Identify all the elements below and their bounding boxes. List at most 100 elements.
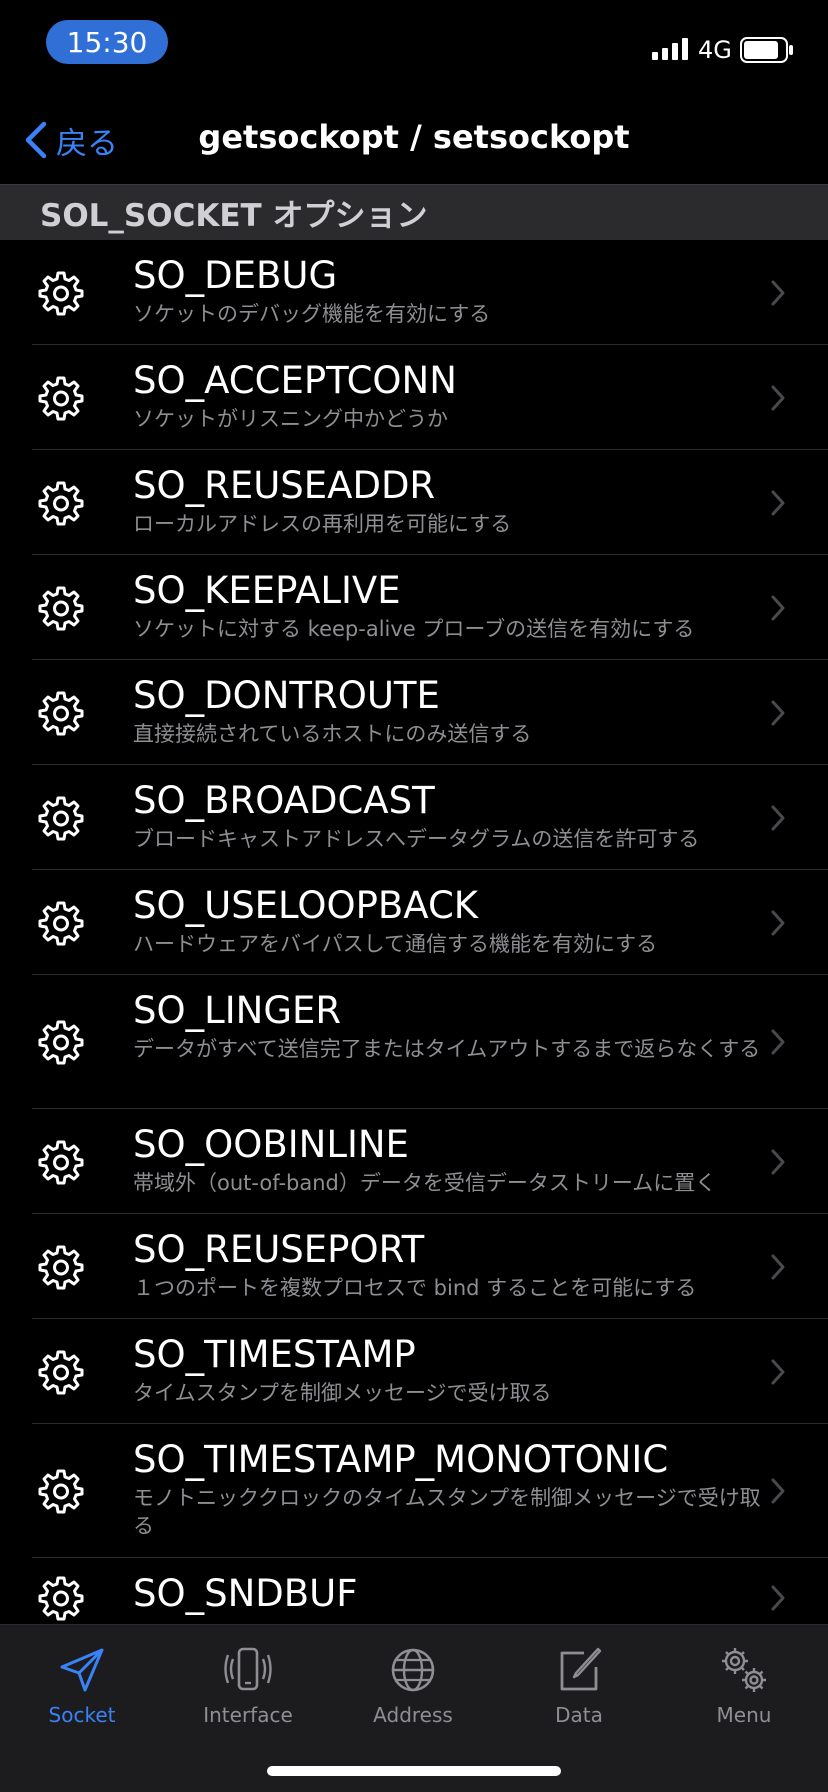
tab-label: Address — [373, 1703, 453, 1727]
chevron-right-icon — [770, 594, 786, 622]
tab-label: Data — [555, 1703, 603, 1727]
tab-label: Socket — [48, 1703, 116, 1727]
option-subtitle: １つのポートを複数プロセスで bind することを可能にする — [133, 1276, 697, 1300]
option-subtitle: データがすべて送信完了またはタイムアウトするまで返らなくする — [133, 1037, 761, 1061]
option-row[interactable]: SO_KEEPALIVE ソケットに対する keep-alive プローブの送信を… — [0, 555, 828, 660]
battery-icon — [740, 37, 793, 63]
option-row[interactable]: SO_TIMESTAMP タイムスタンプを制御メッセージで受け取る — [0, 1319, 828, 1424]
option-list: SO_DEBUG ソケットのデバッグ機能を有効にする SO_ACCEPTCONN ソケ… — [0, 240, 828, 1638]
option-title: SO_SNDBUF — [133, 1572, 358, 1615]
tab-label: Menu — [716, 1703, 772, 1727]
chevron-right-icon — [770, 1358, 786, 1386]
chevron-right-icon — [770, 909, 786, 937]
compose-icon — [560, 1647, 602, 1691]
tab-interface[interactable]: Interface — [173, 1645, 323, 1745]
option-row[interactable]: SO_ACCEPTCONN ソケットがリスニング中かどうか — [0, 345, 828, 450]
option-subtitle: ソケットに対する keep-alive プローブの送信を有効にする — [133, 617, 695, 641]
option-row[interactable]: SO_DEBUG ソケットのデバッグ機能を有効にする — [0, 240, 828, 345]
page-title: getsockopt / setsockopt — [198, 118, 630, 156]
gear-icon — [38, 795, 84, 841]
gear-icon — [38, 375, 84, 421]
gear-icon — [38, 690, 84, 736]
tab-address[interactable]: Address — [338, 1645, 488, 1745]
option-text: SO_LINGER データがすべて送信完了またはタイムアウトするまで返らなくする — [133, 989, 763, 1063]
option-title: SO_KEEPALIVE — [133, 569, 401, 612]
gear-icon — [38, 1019, 84, 1065]
option-text: SO_OOBINLINE 帯域外（out-of-band）データを受信データストリ… — [133, 1123, 763, 1197]
tab-data[interactable]: Data — [504, 1645, 654, 1745]
option-text: SO_TIMESTAMP タイムスタンプを制御メッセージで受け取る — [133, 1333, 763, 1407]
option-text: SO_ACCEPTCONN ソケットがリスニング中かどうか — [133, 359, 763, 433]
option-subtitle: 直接接続されているホストにのみ送信する — [133, 722, 532, 746]
option-row[interactable]: SO_BROADCAST ブロードキャストアドレスへデータグラムの送信を許可する — [0, 765, 828, 870]
option-subtitle: ローカルアドレスの再利用を可能にする — [133, 512, 512, 536]
option-row[interactable]: SO_REUSEADDR ローカルアドレスの再利用を可能にする — [0, 450, 828, 555]
option-subtitle: ハードウェアをバイパスして通信する機能を有効にする — [133, 932, 658, 956]
option-text: SO_REUSEADDR ローカルアドレスの再利用を可能にする — [133, 464, 763, 538]
chevron-right-icon — [770, 1477, 786, 1505]
option-subtitle: ブロードキャストアドレスへデータグラムの送信を許可する — [133, 827, 700, 851]
option-text: SO_TIMESTAMP_MONOTONIC モノトニッククロックのタイムスタンプ… — [133, 1438, 763, 1540]
screen: 15:30 4G 戻る getsockopt / setsockopt SOL_… — [0, 0, 828, 1792]
gear-icon — [38, 1468, 84, 1514]
chevron-right-icon — [770, 1253, 786, 1281]
option-row[interactable]: SO_TIMESTAMP_MONOTONIC モノトニッククロックのタイムスタンプ… — [0, 1424, 828, 1558]
gears-icon — [722, 1648, 766, 1692]
gear-icon — [38, 585, 84, 631]
navigation-bar: 戻る getsockopt / setsockopt — [0, 90, 828, 184]
gear-icon — [38, 1575, 84, 1621]
tab-label: Interface — [203, 1703, 293, 1727]
option-text: SO_USELOOPBACK ハードウェアをバイパスして通信する機能を有効にする — [133, 884, 763, 958]
phone-vibrate-icon — [224, 1647, 272, 1691]
option-title: SO_OOBINLINE — [133, 1123, 409, 1166]
chevron-right-icon — [770, 384, 786, 412]
option-title: SO_LINGER — [133, 989, 342, 1032]
signal-icon — [652, 38, 688, 60]
status-time: 15:30 — [46, 20, 168, 64]
gear-icon — [38, 1139, 84, 1185]
gear-icon — [38, 270, 84, 316]
option-row[interactable]: SO_LINGER データがすべて送信完了またはタイムアウトするまで返らなくする — [0, 975, 828, 1109]
option-title: SO_DEBUG — [133, 254, 338, 297]
option-text: SO_DEBUG ソケットのデバッグ機能を有効にする — [133, 254, 763, 328]
option-title: SO_DONTROUTE — [133, 674, 440, 717]
option-text: SO_SNDBUF — [133, 1572, 763, 1618]
tab-menu[interactable]: Menu — [669, 1645, 819, 1745]
paper-plane-icon — [60, 1648, 104, 1692]
chevron-right-icon — [770, 1584, 786, 1612]
option-title: SO_USELOOPBACK — [133, 884, 479, 927]
option-subtitle: 帯域外（out-of-band）データを受信データストリームに置く — [133, 1171, 717, 1195]
chevron-right-icon — [770, 699, 786, 727]
chevron-right-icon — [770, 279, 786, 307]
option-title: SO_ACCEPTCONN — [133, 359, 457, 402]
home-indicator — [267, 1766, 561, 1776]
status-bar: 15:30 4G — [0, 0, 828, 90]
section-header: SOL_SOCKET オプション — [0, 184, 828, 240]
gear-icon — [38, 1244, 84, 1290]
option-subtitle: ソケットがリスニング中かどうか — [133, 407, 448, 431]
option-row[interactable]: SO_OOBINLINE 帯域外（out-of-band）データを受信データストリ… — [0, 1109, 828, 1214]
option-title: SO_REUSEADDR — [133, 464, 436, 507]
option-subtitle: タイムスタンプを制御メッセージで受け取る — [133, 1381, 552, 1405]
gear-icon — [38, 900, 84, 946]
option-title: SO_TIMESTAMP_MONOTONIC — [133, 1438, 669, 1481]
chevron-right-icon — [770, 1148, 786, 1176]
gear-icon — [38, 480, 84, 526]
option-title: SO_REUSEPORT — [133, 1228, 425, 1271]
option-title: SO_BROADCAST — [133, 779, 435, 822]
tab-socket[interactable]: Socket — [7, 1645, 157, 1745]
chevron-right-icon — [770, 489, 786, 517]
globe-icon — [391, 1648, 435, 1692]
option-subtitle: モノトニッククロックのタイムスタンプを制御メッセージで受け取る — [133, 1486, 761, 1538]
option-row[interactable]: SO_USELOOPBACK ハードウェアをバイパスして通信する機能を有効にする — [0, 870, 828, 975]
chevron-right-icon — [770, 804, 786, 832]
option-title: SO_TIMESTAMP — [133, 1333, 416, 1376]
option-text: SO_KEEPALIVE ソケットに対する keep-alive プローブの送信を… — [133, 569, 763, 643]
option-row[interactable]: SO_DONTROUTE 直接接続されているホストにのみ送信する — [0, 660, 828, 765]
option-row[interactable]: SO_REUSEPORT １つのポートを複数プロセスで bind することを可能に… — [0, 1214, 828, 1319]
option-subtitle: ソケットのデバッグ機能を有効にする — [133, 302, 491, 326]
network-type: 4G — [698, 36, 732, 64]
option-text: SO_BROADCAST ブロードキャストアドレスへデータグラムの送信を許可する — [133, 779, 763, 853]
gear-icon — [38, 1349, 84, 1395]
chevron-right-icon — [770, 1028, 786, 1056]
